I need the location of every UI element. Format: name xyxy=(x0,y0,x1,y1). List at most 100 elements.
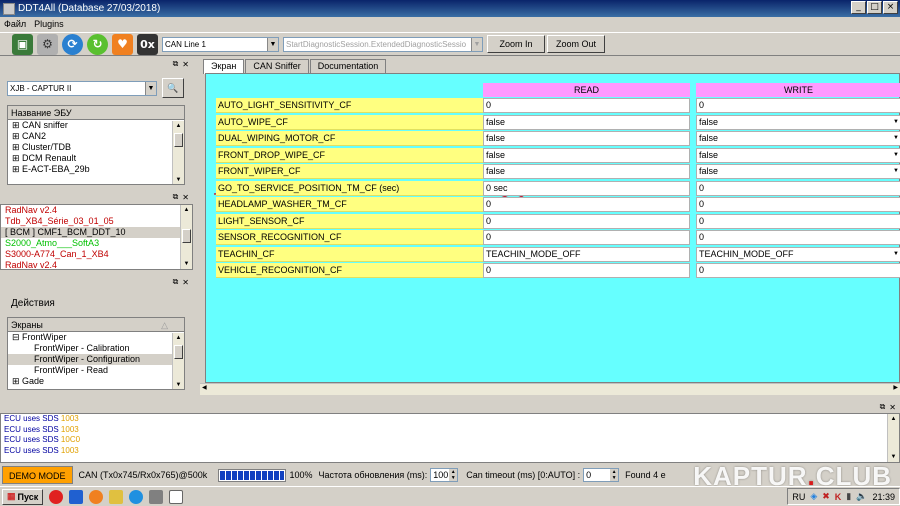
maximize-button[interactable]: □ xyxy=(867,1,882,14)
write-input[interactable]: 0 xyxy=(696,180,900,196)
zoom-in-button[interactable]: Zoom In xyxy=(487,35,545,53)
sync-icon[interactable]: ↻ xyxy=(87,33,108,55)
write-value: 0 xyxy=(699,232,705,242)
tree-item[interactable]: ⊟ FrontWiper xyxy=(8,332,184,343)
close-button[interactable]: × xyxy=(883,1,898,14)
param-label: FRONT_WIPER_CF xyxy=(216,164,483,179)
session-select[interactable]: StartDiagnosticSession.ExtendedDiagnosti… xyxy=(283,36,483,52)
list-item[interactable]: S2000_Atmo___SoftA3 xyxy=(1,238,192,249)
ddt4all-task-icon[interactable] xyxy=(169,489,184,504)
hex-button[interactable]: 0x xyxy=(137,33,158,55)
read-value: 0 xyxy=(483,230,690,245)
write-input[interactable]: 0 xyxy=(696,197,900,212)
ecu-list-scrollbar[interactable]: ▲ ▼ xyxy=(172,121,184,184)
table-row: FRONT_WIPER_CF false false ▼ xyxy=(206,164,900,179)
chevron-down-icon: ▼ xyxy=(267,37,278,51)
window-title: DDT4All (Database 27/03/2018) xyxy=(18,3,161,14)
search-button[interactable]: 🔍 xyxy=(162,78,184,98)
chevron-down-icon: ▼ xyxy=(893,118,899,125)
screens-header: Экраны △ xyxy=(8,318,184,332)
gear-icon[interactable]: ⚙ xyxy=(37,33,58,55)
antivirus-icon[interactable]: ✖ xyxy=(822,491,830,502)
signal-icon[interactable]: ▮ xyxy=(846,491,851,502)
firefox-icon[interactable] xyxy=(89,489,104,504)
list-item[interactable]: ⊞ DCM Renault xyxy=(8,153,184,164)
media-icon[interactable] xyxy=(149,489,164,504)
menu-file[interactable]: Файл xyxy=(4,19,26,29)
heart-monitor-icon[interactable]: ♥ xyxy=(112,33,133,55)
write-select[interactable]: false ▼ xyxy=(696,164,900,179)
close-icon[interactable]: ✕ xyxy=(182,193,189,202)
refresh-spinbox[interactable]: 100 ▲ ▼ xyxy=(430,468,459,482)
tab-screen[interactable]: Экран xyxy=(203,59,245,74)
list-item[interactable]: ⊞ Cluster/TDB xyxy=(8,142,184,153)
float-icon[interactable]: ⧉ xyxy=(173,59,179,69)
can-line-select[interactable]: CAN Line 1 ▼ xyxy=(162,36,279,52)
folder-icon[interactable] xyxy=(109,489,124,504)
float-icon[interactable]: ⧉ xyxy=(173,192,179,202)
write-select[interactable]: false ▼ xyxy=(696,131,900,146)
write-input[interactable]: 0 xyxy=(696,213,900,229)
param-label: AUTO_LIGHT_SENSITIVITY_CF xyxy=(216,98,483,113)
progress-fill xyxy=(219,470,284,480)
table-row: FRONT_DROP_WIPE_CF false false ▼ xyxy=(206,147,900,163)
list-item[interactable]: Tdb_XB4_Série_03_01_05 xyxy=(1,216,192,227)
float-icon[interactable]: ⧉ xyxy=(173,277,179,287)
table-row: TEACHIN_CF TEACHIN_MODE_OFF TEACHIN_MODE_O… xyxy=(206,246,900,262)
network-icon[interactable]: ◈ xyxy=(810,491,817,502)
clock[interactable]: 21:39 xyxy=(872,492,895,502)
read-value: 0 xyxy=(483,98,690,113)
tree-item[interactable]: FrontWiper - Read xyxy=(8,365,184,376)
write-select[interactable]: TEACHIN_MODE_OFF ▼ xyxy=(696,246,900,262)
write-input[interactable]: 0 xyxy=(696,263,900,278)
log-line: ECU uses SDS 10C0 xyxy=(4,435,81,444)
param-label: TEACHIN_CF xyxy=(216,246,483,262)
ecu-files-list: RadNav v2.4 Tdb_XB4_Série_03_01_05[ BCM ]… xyxy=(0,204,193,270)
can-line-value: CAN Line 1 xyxy=(165,39,206,49)
refresh-icon[interactable]: ⟳ xyxy=(62,33,83,55)
list-item[interactable]: ⊞ E-ACT-EBA_29b xyxy=(8,164,184,175)
language-indicator[interactable]: RU xyxy=(792,492,805,502)
ecu-files-scrollbar[interactable]: ▲ ▼ xyxy=(180,205,192,269)
tab-documentation[interactable]: Documentation xyxy=(309,59,387,73)
toolbar: ▣ ⚙ ⟳ ↻ ♥ 0x CAN Line 1 ▼ StartDiagnosti… xyxy=(0,32,900,56)
write-input[interactable]: 0 xyxy=(696,98,900,113)
write-select[interactable]: false ▼ xyxy=(696,147,900,163)
chevron-down-icon: ▼ xyxy=(893,168,899,174)
menu-plugins[interactable]: Plugins xyxy=(34,19,64,29)
list-item[interactable]: S3000-A774_Can_1_XB4 xyxy=(1,249,192,260)
opera-icon[interactable] xyxy=(49,489,64,504)
volume-icon[interactable]: 🔈 xyxy=(856,491,867,502)
sort-icon[interactable]: △ xyxy=(161,318,168,332)
zoom-out-button[interactable]: Zoom Out xyxy=(547,35,605,53)
tab-can-sniffer[interactable]: CAN Sniffer xyxy=(245,59,309,73)
start-button[interactable]: ▦ Пуск xyxy=(2,488,44,505)
log-scrollbar[interactable]: ▲ ▼ xyxy=(887,414,899,462)
k-icon[interactable]: K xyxy=(835,492,842,502)
float-icon[interactable]: ⧉ xyxy=(880,402,886,412)
close-icon[interactable]: ✕ xyxy=(889,403,896,412)
main-horizontal-scrollbar[interactable]: ◀ ▶ xyxy=(200,383,900,395)
screens-scrollbar[interactable]: ▲ ▼ xyxy=(172,333,184,389)
vehicle-select[interactable]: XJB - CAPTUR II ▼ xyxy=(7,81,157,96)
tree-item[interactable]: FrontWiper - Configuration xyxy=(8,354,184,365)
write-input[interactable]: 0 xyxy=(696,230,900,245)
list-item[interactable]: RadNav v2.4 xyxy=(1,260,192,269)
spin-arrows-icon[interactable]: ▲ ▼ xyxy=(449,469,458,481)
spin-arrows-icon[interactable]: ▲ ▼ xyxy=(610,469,619,481)
close-icon[interactable]: ✕ xyxy=(182,60,189,69)
list-item[interactable]: ⊞ CAN2 xyxy=(8,131,184,142)
ie-icon[interactable] xyxy=(69,489,84,504)
timeout-spinbox[interactable]: 0 ▲ ▼ xyxy=(583,468,620,482)
tree-item[interactable]: ⊞ Gade xyxy=(8,376,184,387)
list-item[interactable]: [ BCM ] CMF1_BCM_DDT_10 xyxy=(1,227,192,238)
write-select[interactable]: false ▼ xyxy=(696,114,900,130)
log-line: ECU uses SDS 1003 xyxy=(4,424,79,434)
minimize-button[interactable]: _ xyxy=(851,1,866,14)
monitor-icon[interactable]: ▣ xyxy=(12,33,33,55)
list-item[interactable]: ⊞ CAN sniffer xyxy=(8,120,184,131)
close-icon[interactable]: ✕ xyxy=(182,278,189,287)
tree-item[interactable]: FrontWiper - Calibration xyxy=(8,343,184,354)
list-item[interactable]: RadNav v2.4 xyxy=(1,205,192,216)
skype-icon[interactable] xyxy=(129,489,144,504)
